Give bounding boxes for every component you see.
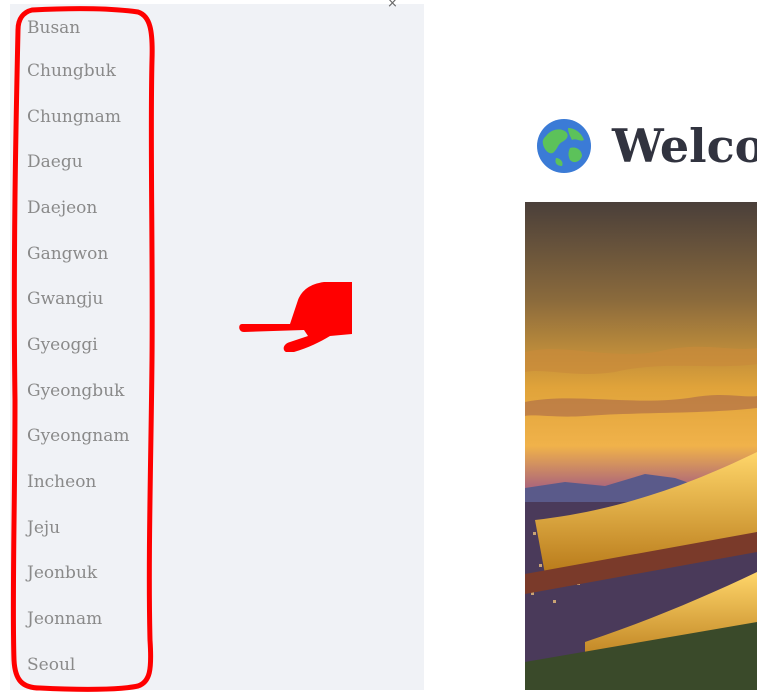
sidebar-item-jeonbuk[interactable]: Jeonbuk [27,551,130,597]
close-icon[interactable]: × [387,0,398,10]
sidebar-item-gyeongbuk[interactable]: Gyeongbuk [27,368,130,414]
sidebar-item-jeonnam[interactable]: Jeonnam [27,596,130,642]
sidebar-item-busan[interactable]: Busan [27,18,130,48]
sidebar-item-gyeoggi[interactable]: Gyeoggi [27,322,130,368]
sidebar-item-chungbuk[interactable]: Chungbuk [27,48,130,94]
sidebar-item-daejeon[interactable]: Daejeon [27,185,130,231]
sidebar-item-gyeongnam[interactable]: Gyeongnam [27,414,130,460]
sidebar-item-incheon[interactable]: Incheon [27,459,130,505]
palace-sunset-image [525,202,757,690]
sidebar-item-daegu[interactable]: Daegu [27,139,130,185]
globe-asia-icon [537,119,591,173]
sidebar-nav: Busan Chungbuk Chungnam Daegu Daejeon Ga… [27,4,130,688]
sidebar: × Busan Chungbuk Chungnam Daegu Daejeon … [10,0,424,690]
sidebar-item-gwangju[interactable]: Gwangju [27,276,130,322]
pointing-hand-icon [239,282,352,352]
page-title: Welco [536,118,757,174]
sidebar-item-chungnam[interactable]: Chungnam [27,94,130,140]
sidebar-item-gangwon[interactable]: Gangwon [27,231,130,277]
sidebar-item-jeju[interactable]: Jeju [27,505,130,551]
sidebar-item-seoul[interactable]: Seoul [27,642,130,688]
page-title-text: Welco [612,119,757,173]
hero-image [525,202,757,690]
